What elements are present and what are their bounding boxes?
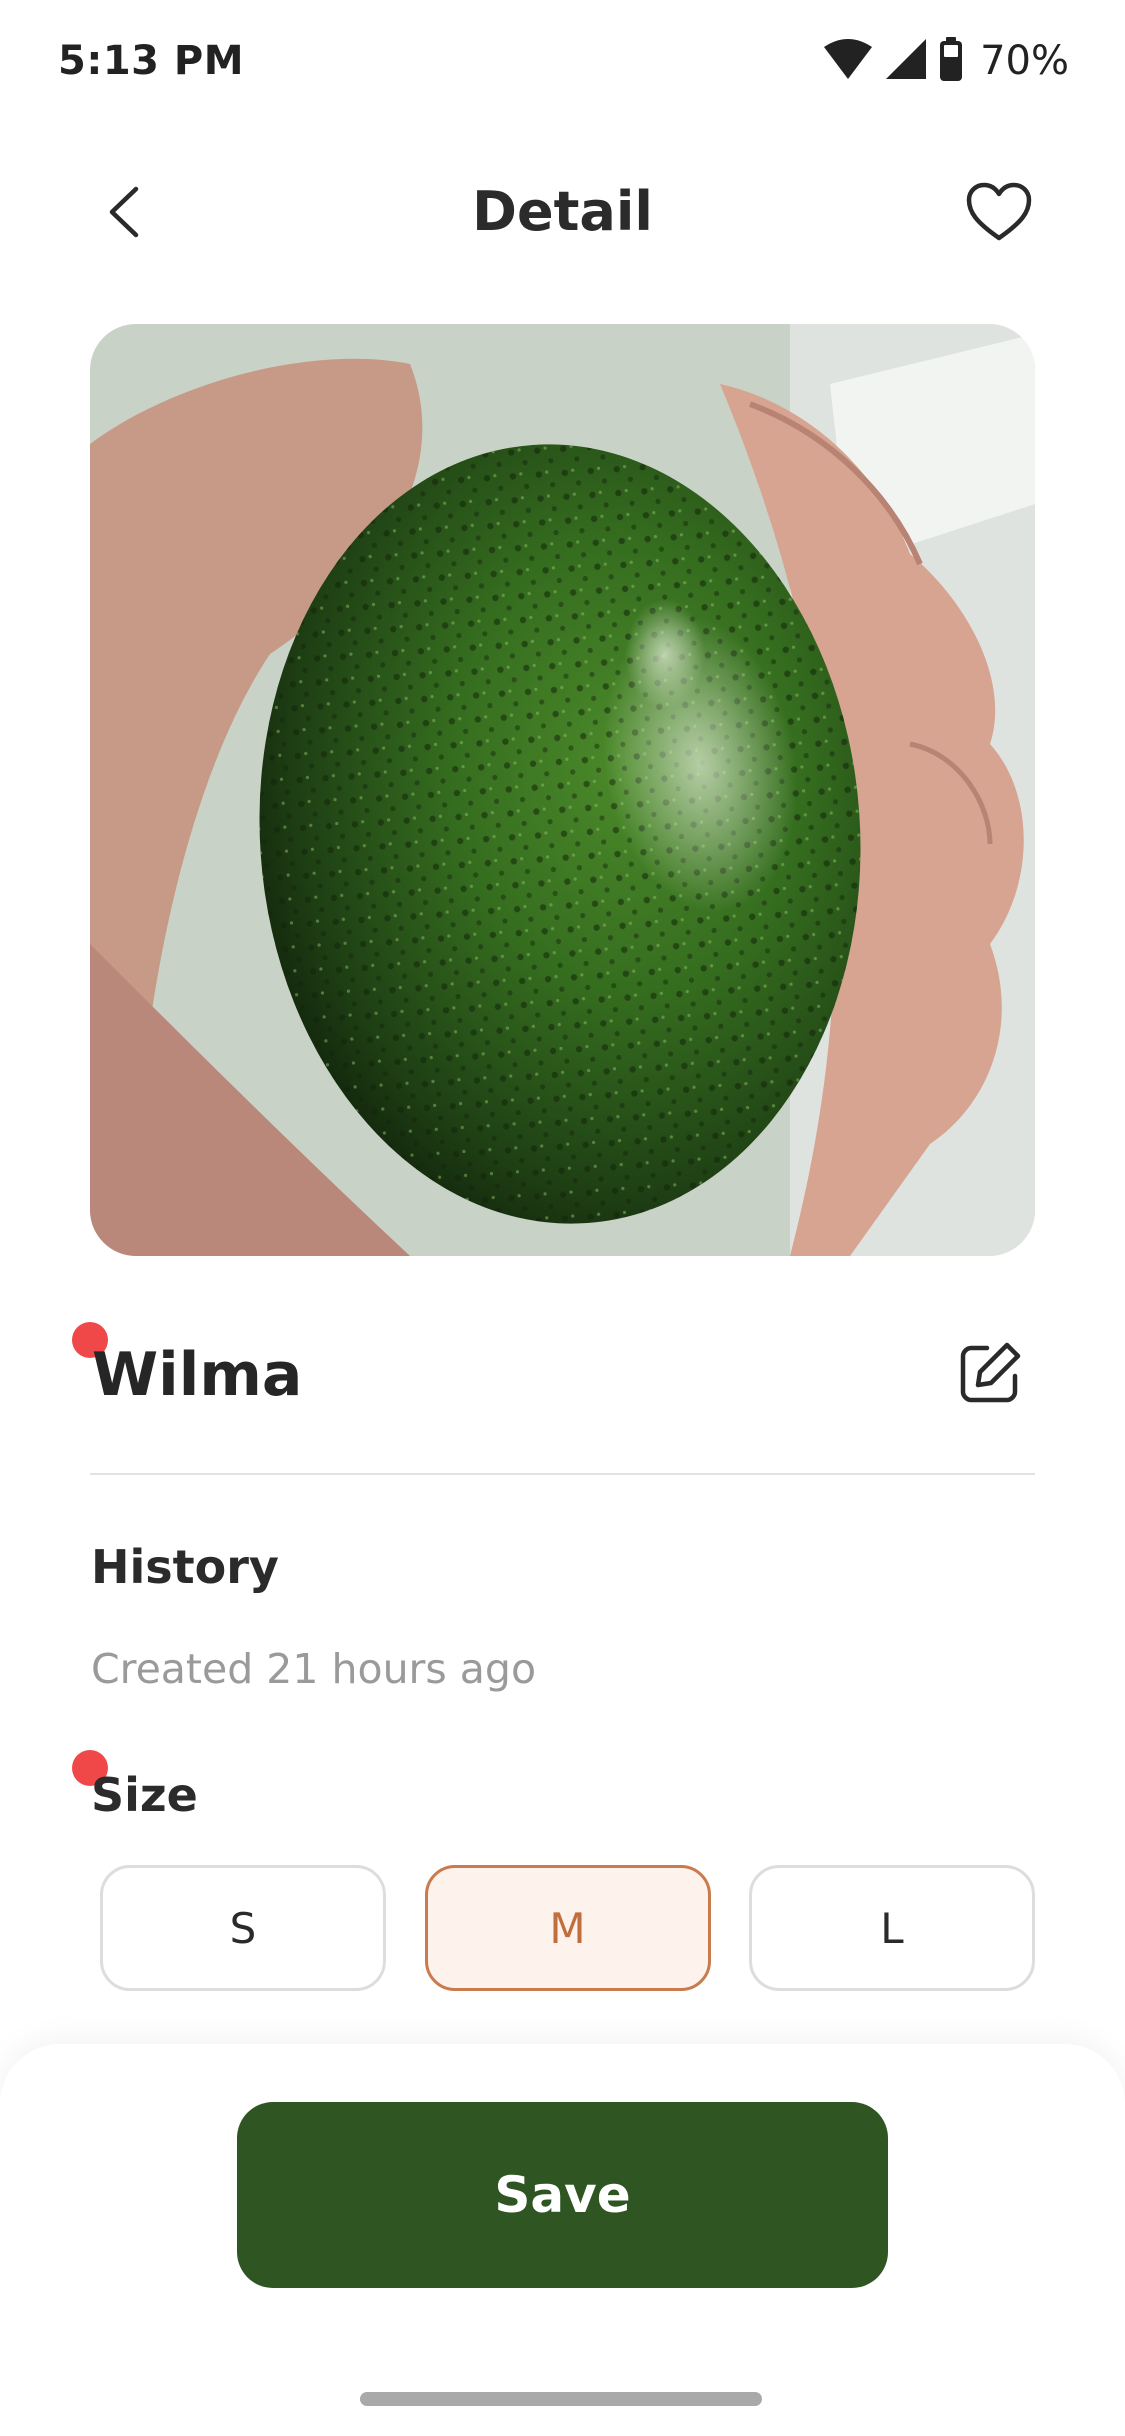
status-icons: 70%	[822, 36, 1069, 86]
page-title: Detail	[472, 180, 653, 243]
plant-photo	[90, 324, 1035, 1256]
heart-outline-icon	[966, 182, 1032, 246]
edit-icon	[957, 1340, 1023, 1410]
plant-name-row: Wilma	[90, 1330, 1035, 1420]
plant-name: Wilma	[92, 1340, 303, 1410]
wifi-icon	[822, 37, 874, 85]
top-app-bar: Detail	[0, 160, 1125, 270]
favorite-button[interactable]	[963, 178, 1035, 250]
size-option-m[interactable]: M	[424, 1865, 711, 1991]
edit-name-button[interactable]	[955, 1340, 1025, 1410]
cell-signal-icon	[884, 37, 928, 85]
size-heading: Size	[91, 1768, 198, 1822]
status-bar: 5:13 PM 70%	[0, 0, 1125, 130]
size-option-s[interactable]: S	[100, 1865, 386, 1991]
history-heading: History	[91, 1540, 279, 1594]
battery-icon	[938, 36, 964, 86]
history-created-text: Created 21 hours ago	[91, 1645, 537, 1693]
save-button[interactable]: Save	[237, 2102, 888, 2288]
divider	[90, 1473, 1035, 1475]
home-indicator[interactable]	[360, 2392, 762, 2406]
status-time: 5:13 PM	[58, 38, 245, 84]
size-option-l[interactable]: L	[749, 1865, 1035, 1991]
battery-percent: 70%	[980, 38, 1069, 84]
avocado-photo-illustration	[90, 324, 1035, 1256]
bottom-action-sheet: Save	[0, 2044, 1125, 2436]
size-selector: S M L	[100, 1865, 1035, 1991]
